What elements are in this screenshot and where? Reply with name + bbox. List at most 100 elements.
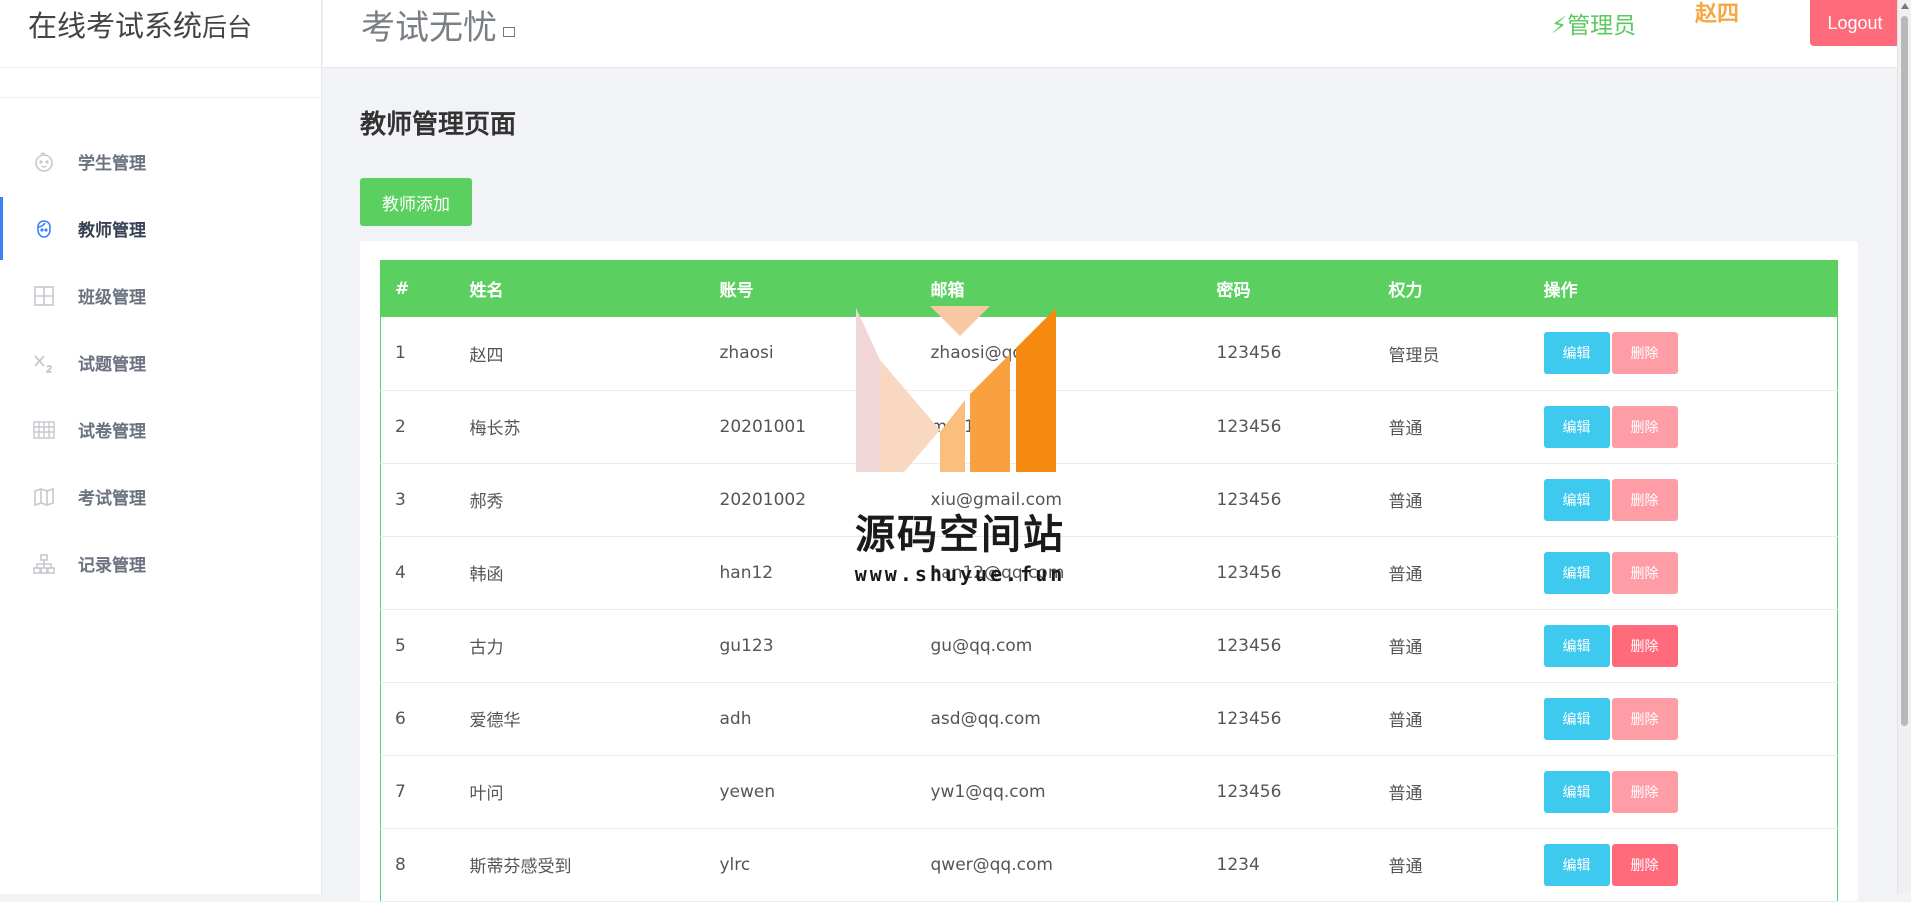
sidebar-item-label: 试题管理 [78, 355, 146, 375]
brand: 在线考试系统 后台 [0, 0, 321, 68]
user-role-link[interactable]: ⚡管理员 [1551, 6, 1636, 40]
table-row: 8 斯蒂芬感受到 ylrc qwer@qq.com 1234 普通 编辑 删除 [380, 828, 1838, 901]
cell-name: 郝秀 [469, 492, 504, 512]
cell-num: 4 [395, 562, 406, 583]
cell-email: zhaosi@qq.c [930, 343, 1038, 364]
sidebar-item-7[interactable]: 记录管理 [0, 530, 321, 597]
sidebar-item-label: 班级管理 [78, 288, 146, 308]
cell-name: 赵四 [469, 345, 504, 366]
column-header: 邮箱 [930, 281, 965, 301]
cell-email: m@1 .co [930, 416, 1006, 437]
table-row: 6 爱德华 adh asd@qq.com 123456 普通 编辑 删除 [380, 682, 1838, 755]
page-title: 教师管理页面 [360, 110, 517, 140]
cell-actions: 编辑 删除 [1530, 828, 1838, 901]
cell-email: xiu@gmail.com [930, 489, 1062, 510]
cell-role: 普通 [1388, 565, 1423, 585]
delete-button[interactable]: 删除 [1611, 624, 1678, 667]
cell-password: 1234 [1216, 854, 1260, 875]
mail-icon[interactable] [503, 27, 515, 37]
delete-button[interactable]: 删除 [1611, 843, 1678, 886]
column-header: 账号 [719, 281, 754, 301]
table-row: 5 古力 gu123 gu@qq.com 123456 普通 编辑 删除 [380, 609, 1838, 682]
sidebar-item-label: 考试管理 [78, 489, 146, 509]
sidebar-item-label: 教师管理 [78, 221, 146, 241]
cell-email: gu@qq.com [930, 635, 1033, 656]
teacher-table-card: # 姓名 账号 邮箱 密码 权力 操作 1 赵四 zhaosi zhaosi@qq.c 123456… [360, 241, 1858, 902]
cell-role: 管理员 [1388, 345, 1440, 366]
delete-button[interactable]: 删除 [1611, 405, 1678, 448]
add-teacher-button[interactable]: 教师添加 [360, 178, 472, 226]
cell-role: 普通 [1388, 711, 1423, 731]
sidebar-item-5[interactable]: 试卷管理 [0, 396, 321, 463]
logout-button[interactable]: Logout [1810, 0, 1900, 46]
cell-num: 3 [395, 489, 406, 510]
header-title-text: 考试无忧 [361, 8, 497, 48]
delete-button[interactable]: 删除 [1611, 697, 1678, 740]
delete-button[interactable]: 删除 [1611, 770, 1678, 813]
table-row: 1 赵四 zhaosi zhaosi@qq.c 123456 管理员 编辑 删除 [380, 317, 1838, 390]
cell-num: 7 [395, 781, 406, 802]
cell-actions: 编辑 删除 [1530, 682, 1838, 755]
edit-button[interactable]: 编辑 [1543, 843, 1610, 886]
cell-password: 123456 [1216, 343, 1282, 364]
sidebar: 在线考试系统 后台 学生管理教师管理班级管理试题管理试卷管理考试管理记录管理 [0, 0, 322, 894]
sidebar-nav: 学生管理教师管理班级管理试题管理试卷管理考试管理记录管理 [0, 128, 321, 597]
edit-button[interactable]: 编辑 [1543, 405, 1610, 448]
scroll-up-arrow-icon[interactable] [1901, 3, 1909, 9]
teacher-table: # 姓名 账号 邮箱 密码 权力 操作 1 赵四 zhaosi zhaosi@qq.c 123456… [380, 260, 1838, 902]
cell-name: 古力 [469, 638, 504, 658]
edit-button[interactable]: 编辑 [1543, 478, 1610, 521]
delete-button[interactable]: 删除 [1611, 551, 1678, 594]
cell-account: yewen [719, 781, 776, 802]
cell-account: gu123 [719, 635, 774, 656]
table-row: 3 郝秀 20201002 xiu@gmail.com 123456 普通 编辑 删除 [380, 463, 1838, 536]
edit-button[interactable]: 编辑 [1543, 551, 1610, 594]
table-body: 1 赵四 zhaosi zhaosi@qq.c 123456 管理员 编辑 删除 2 梅长苏 202… [380, 317, 1838, 901]
username[interactable]: 赵四 [1695, 0, 1739, 28]
column-header: 操作 [1543, 281, 1578, 301]
cell-actions: 编辑 删除 [1530, 390, 1838, 463]
column-header: 姓名 [469, 281, 504, 301]
cell-num: 6 [395, 708, 406, 729]
scroll-thumb[interactable] [1901, 16, 1908, 726]
brand-divider [0, 68, 321, 98]
sidebar-item-1[interactable]: 学生管理 [0, 128, 321, 195]
page-scrollbar[interactable] [1897, 0, 1911, 894]
cell-actions: 编辑 删除 [1530, 609, 1838, 682]
cell-name: 爱德华 [469, 711, 521, 731]
sidebar-item-label: 学生管理 [78, 154, 146, 174]
brand-title: 在线考试系统 [28, 8, 203, 43]
delete-button[interactable]: 删除 [1611, 332, 1678, 375]
cell-account: han12 [719, 562, 774, 583]
column-header: 密码 [1216, 281, 1251, 301]
sidebar-item-6[interactable]: 考试管理 [0, 463, 321, 530]
cell-name: 斯蒂芬感受到 [469, 857, 572, 877]
cell-password: 123456 [1216, 562, 1282, 583]
sidebar-item-2[interactable]: 教师管理 [0, 195, 321, 262]
cell-num: 1 [395, 343, 406, 364]
cell-password: 123456 [1216, 416, 1282, 437]
edit-button[interactable]: 编辑 [1543, 332, 1610, 375]
column-header: # [395, 278, 410, 299]
edit-button[interactable]: 编辑 [1543, 624, 1610, 667]
cell-role: 普通 [1388, 419, 1423, 439]
cell-account: 20201001 [719, 416, 807, 437]
header-title: 考试无忧 [361, 0, 515, 49]
cell-role: 普通 [1388, 857, 1423, 877]
sitemap-icon [30, 550, 58, 578]
cell-email: asd@qq.com [930, 708, 1041, 729]
baby-face-icon [30, 148, 58, 176]
cell-name: 叶问 [469, 784, 504, 804]
cell-email: han12@qq.com [930, 562, 1065, 583]
cell-actions: 编辑 删除 [1530, 755, 1838, 828]
edit-button[interactable]: 编辑 [1543, 770, 1610, 813]
cell-role: 普通 [1388, 492, 1423, 512]
sidebar-item-4[interactable]: 试题管理 [0, 329, 321, 396]
map-icon [30, 483, 58, 511]
sidebar-item-3[interactable]: 班级管理 [0, 262, 321, 329]
cell-num: 2 [395, 416, 406, 437]
cell-actions: 编辑 删除 [1530, 536, 1838, 609]
delete-button[interactable]: 删除 [1611, 478, 1678, 521]
cell-email: qwer@qq.com [930, 854, 1053, 875]
edit-button[interactable]: 编辑 [1543, 697, 1610, 740]
